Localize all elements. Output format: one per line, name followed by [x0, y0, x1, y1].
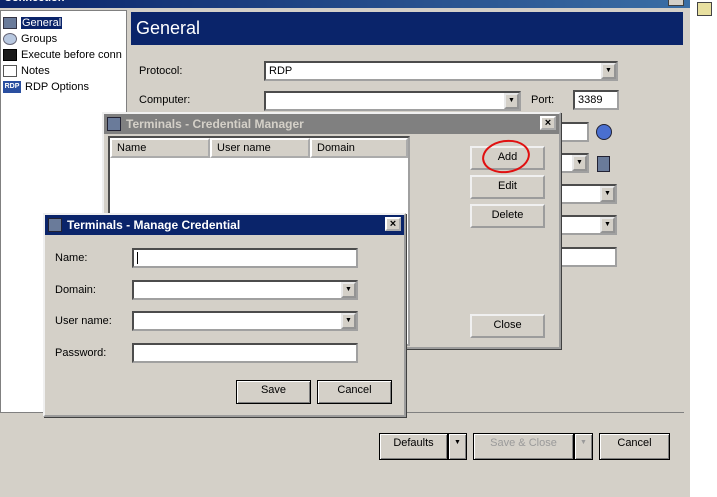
close-button[interactable]: Close	[470, 314, 545, 338]
defaults-dropdown-button[interactable]: ▼	[448, 433, 467, 460]
password-input[interactable]	[132, 343, 358, 363]
hidden-select-3[interactable]: ▼	[555, 215, 617, 235]
password-label: Password:	[55, 347, 107, 359]
tree-item-label: Notes	[21, 65, 50, 77]
column-header-name[interactable]: Name	[110, 138, 210, 158]
chevron-down-icon[interactable]: ▼	[504, 93, 519, 109]
tree-item-general[interactable]: General	[3, 15, 63, 31]
rdp-icon: RDP	[3, 81, 21, 94]
cancel-button[interactable]: Cancel	[599, 433, 670, 460]
name-label: Name:	[55, 252, 88, 264]
protocol-label: Protocol:	[139, 65, 183, 77]
column-label: Domain	[317, 142, 355, 154]
chevron-down-icon: ▼	[454, 439, 461, 446]
save-close-label: Save & Close	[490, 437, 557, 449]
domain-label: Domain:	[55, 284, 96, 296]
column-header-username[interactable]: User name	[210, 138, 310, 158]
port-input[interactable]: 3389	[573, 90, 619, 110]
general-icon	[3, 17, 17, 30]
computer-label: Computer:	[139, 94, 191, 106]
manage-credential-titlebar: Terminals - Manage Credential ×	[45, 215, 404, 235]
execute-icon	[3, 49, 17, 62]
save-close-button[interactable]: Save & Close	[473, 433, 574, 460]
cancel-label: Cancel	[617, 437, 652, 449]
close-icon[interactable]: ×	[385, 217, 401, 231]
page-title: General	[131, 12, 683, 45]
computer-select[interactable]: ▼	[264, 91, 521, 111]
tree-item-label: Execute before conn	[21, 49, 122, 61]
chevron-down-icon[interactable]: ▼	[572, 155, 587, 171]
save-close-dropdown-button[interactable]: ▼	[574, 433, 593, 460]
tree-item-rdp-options[interactable]: RDP RDP Options	[3, 79, 89, 95]
terminals-icon	[48, 218, 62, 232]
defaults-label: Defaults	[393, 437, 434, 449]
tree-item-label: Groups	[21, 33, 58, 45]
groups-icon	[3, 33, 17, 46]
delete-label: Delete	[491, 209, 524, 221]
column-label: User name	[217, 142, 271, 154]
tree-item-execute[interactable]: Execute before conn	[3, 47, 122, 63]
name-input[interactable]	[132, 248, 358, 268]
save-label: Save	[260, 384, 287, 396]
text-caret	[137, 252, 138, 264]
chevron-down-icon[interactable]: ▼	[601, 63, 616, 79]
hidden-select-2[interactable]: ▼	[555, 184, 617, 204]
username-label: User name:	[55, 315, 112, 327]
manage-credential-dialog: Terminals - Manage Credential × Name: Do…	[43, 213, 406, 417]
tree-item-label: General	[21, 17, 63, 29]
username-select[interactable]: ▼	[132, 311, 358, 331]
connection-window-title: Connection	[0, 0, 690, 8]
credential-manager-title: Terminals - Credential Manager	[126, 117, 304, 131]
port-value: 3389	[578, 94, 603, 106]
terminals-icon	[107, 117, 121, 131]
port-label: Port:	[531, 94, 555, 106]
close-icon[interactable]: ×	[540, 116, 556, 130]
cancel-credential-button[interactable]: Cancel	[317, 380, 392, 404]
manage-credential-title: Terminals - Manage Credential	[67, 218, 241, 232]
credential-manager-titlebar: Terminals - Credential Manager ×	[104, 114, 559, 134]
delete-button[interactable]: Delete	[470, 204, 545, 228]
tree-item-groups[interactable]: Groups	[3, 31, 57, 47]
chevron-down-icon[interactable]: ▼	[341, 313, 356, 329]
defaults-button[interactable]: Defaults	[379, 433, 448, 460]
chevron-down-icon[interactable]: ▼	[341, 282, 356, 298]
hidden-field-2[interactable]	[555, 247, 617, 267]
edit-button[interactable]: Edit	[470, 175, 545, 199]
globe-icon[interactable]	[596, 124, 612, 140]
domain-select[interactable]: ▼	[132, 280, 358, 300]
close-label: Close	[493, 319, 522, 331]
close-icon[interactable]	[668, 0, 684, 6]
protocol-value: RDP	[269, 65, 293, 77]
chevron-down-icon[interactable]: ▼	[600, 217, 615, 233]
credential-icon[interactable]	[597, 156, 610, 172]
protocol-select[interactable]: RDP ▼	[264, 61, 618, 81]
desktop-app-icon[interactable]	[697, 2, 712, 16]
chevron-down-icon[interactable]: ▼	[600, 186, 615, 202]
tree-item-label: RDP Options	[25, 81, 89, 93]
edit-label: Edit	[498, 180, 517, 192]
tree-item-notes[interactable]: Notes	[3, 63, 50, 79]
add-label: Add	[497, 151, 518, 163]
notes-icon	[3, 65, 17, 78]
column-header-domain[interactable]: Domain	[310, 138, 408, 158]
column-label: Name	[117, 142, 147, 154]
cancel-label: Cancel	[337, 384, 372, 396]
chevron-down-icon: ▼	[580, 439, 587, 446]
save-button[interactable]: Save	[236, 380, 311, 404]
add-button[interactable]: Add	[470, 146, 545, 170]
